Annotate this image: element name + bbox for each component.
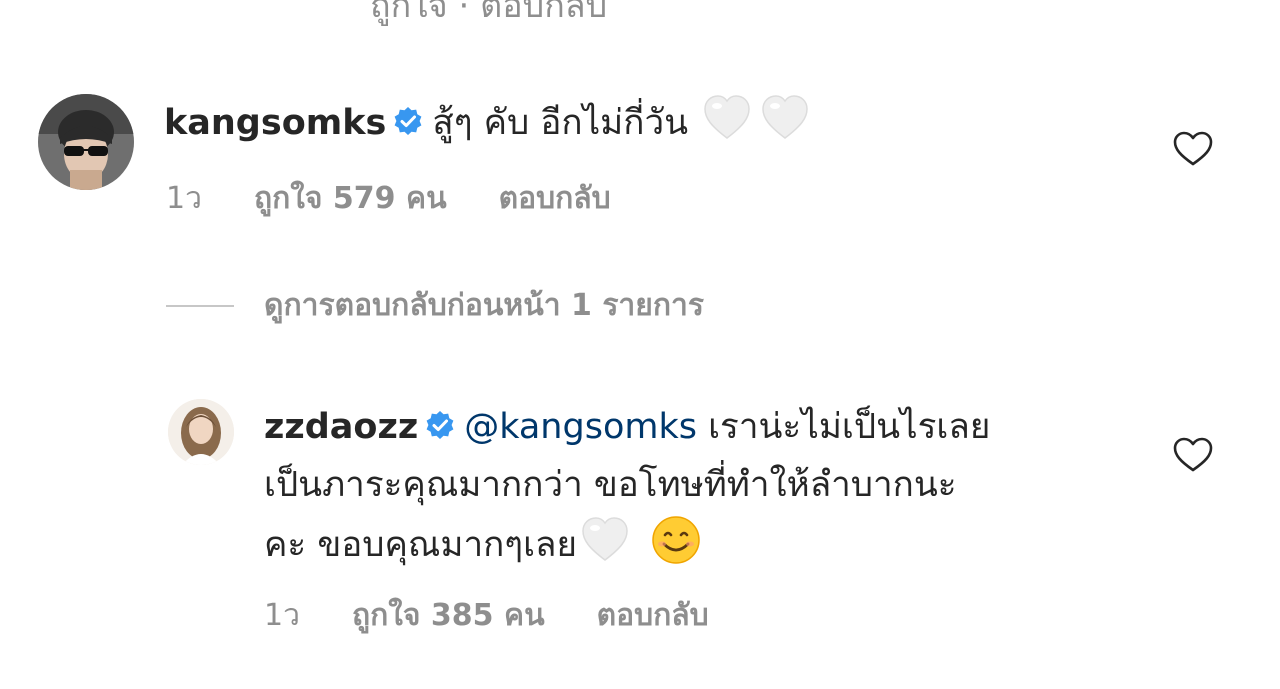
mention-link[interactable]: @kangsomks: [464, 407, 697, 447]
reply-timestamp: 1ว: [264, 598, 300, 633]
reply-username[interactable]: zzdaozz: [264, 407, 418, 447]
reply-message-part-1: เราน่ะไม่เป็นไรเลย: [708, 407, 991, 447]
avatar-zzdaozz-image: [168, 399, 234, 465]
smiling-face-icon: [650, 514, 702, 566]
reply-comment-text: zzdaozz @kangsomks เราน่ะไม่เป็นไรเลย เป็…: [264, 398, 990, 574]
reply-button[interactable]: ตอบกลับ: [597, 592, 709, 639]
comment-username[interactable]: kangsomks: [164, 103, 386, 143]
comment-timestamp: 1ว: [166, 181, 202, 216]
verified-badge-icon: [392, 106, 424, 138]
verified-badge-icon: [424, 410, 456, 442]
reply-message-part-2: เป็นภาระคุณมากกว่า ขอโทษที่ทำให้ลำบากนะ: [264, 465, 957, 505]
comment-meta: 1ว ถูกใจ 579 คน ตอบกลับ: [166, 175, 611, 222]
white-heart-icon: [759, 92, 811, 144]
reply-likes-count[interactable]: ถูกใจ 385 คน: [352, 592, 545, 639]
reply-line-1: zzdaozz @kangsomks เราน่ะไม่เป็นไรเลย: [264, 398, 990, 456]
like-heart-icon[interactable]: [1173, 437, 1213, 473]
reply-line-3: คะ ขอบคุณมากๆเลย: [264, 514, 990, 574]
view-previous-replies-button[interactable]: ดูการตอบกลับก่อนหน้า 1 รายการ: [166, 282, 704, 329]
white-heart-icon: [701, 92, 753, 144]
avatar-kangsomks-image: [38, 94, 134, 190]
comment-text: kangsomks สู้ๆ คับ อีกไม่กี่วัน: [164, 92, 811, 152]
like-heart-icon[interactable]: [1173, 131, 1213, 167]
reply-button[interactable]: ตอบกลับ: [499, 175, 611, 222]
view-replies-label: ดูการตอบกลับก่อนหน้า 1 รายการ: [264, 288, 704, 323]
reply-meta: 1ว ถูกใจ 385 คน ตอบกลับ: [264, 592, 709, 639]
reply-message-part-3: คะ ขอบคุณมากๆเลย: [264, 525, 578, 565]
avatar[interactable]: [38, 94, 134, 190]
comment-message: สู้ๆ คับ อีกไม่กี่วัน: [432, 103, 689, 143]
comments-screen: ถูกใจ · ตอบกลับ kangsomks สู้ๆ คับ อีกไม่…: [0, 0, 1280, 689]
white-heart-icon: [579, 514, 631, 566]
cutoff-previous-meta: ถูกใจ · ตอบกลับ: [370, 0, 608, 26]
replies-divider: [166, 304, 234, 307]
comment-likes-count[interactable]: ถูกใจ 579 คน: [254, 175, 447, 222]
avatar[interactable]: [168, 399, 234, 465]
